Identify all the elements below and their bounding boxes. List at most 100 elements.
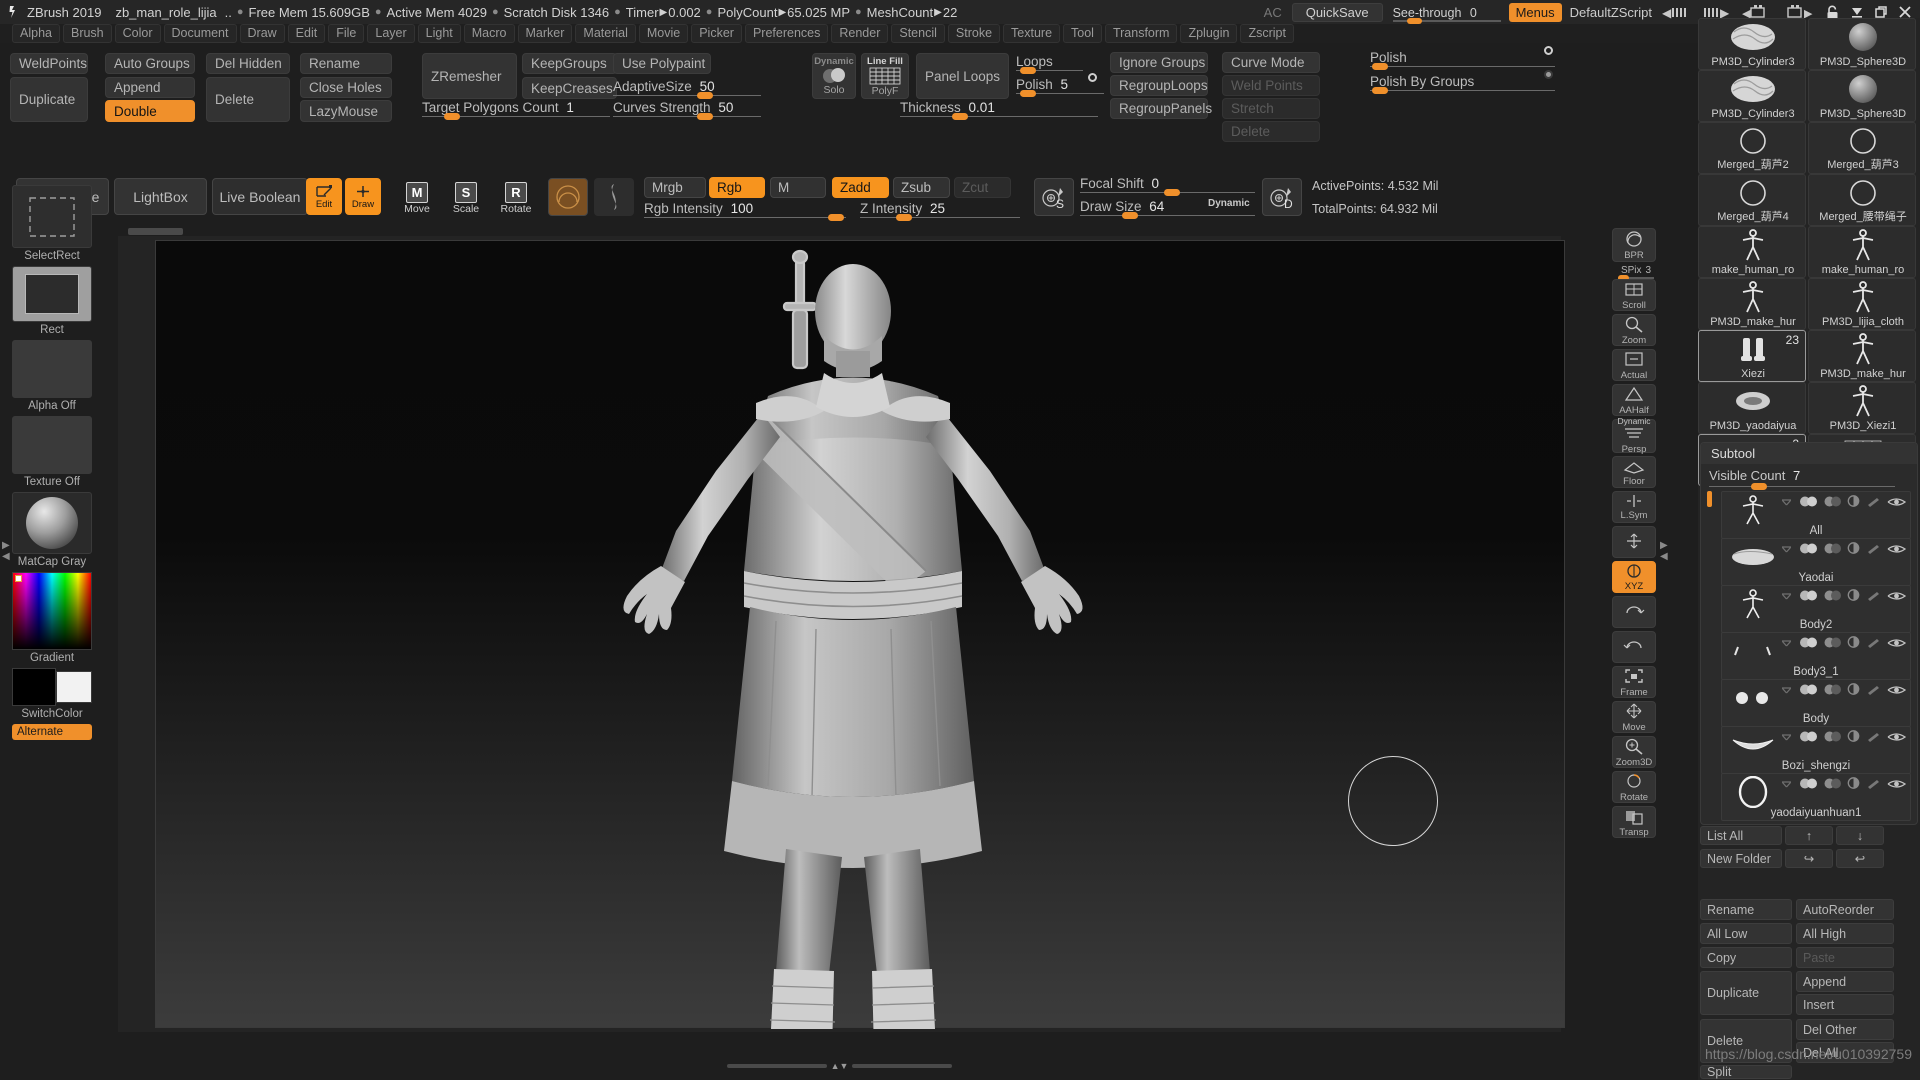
tool-cell[interactable]: make_human_ro (1698, 226, 1806, 278)
tool-cell[interactable]: PM3D_Cylinder3 (1698, 18, 1806, 70)
canvas-bottom-handle[interactable] (852, 1064, 953, 1068)
focalshift-slider[interactable]: Focal Shift 0 (1080, 175, 1255, 196)
menu-item-picker[interactable]: Picker (691, 24, 742, 43)
paste-button[interactable]: Paste (1796, 947, 1894, 968)
right-strip-transp-button[interactable]: Transp (1612, 806, 1656, 838)
subtool-arrow-icon[interactable] (1780, 635, 1793, 653)
subtool-brush-icon[interactable] (1866, 588, 1881, 606)
menus-button[interactable]: Menus (1508, 2, 1562, 22)
liveboolean-button[interactable]: Live Boolean (212, 178, 308, 215)
draw-button[interactable]: Draw (345, 178, 381, 215)
menu-item-alpha[interactable]: Alpha (12, 24, 60, 43)
polish2-radio-icon[interactable] (1544, 46, 1553, 55)
right-strip-persp-button[interactable]: Dynamic Persp (1612, 417, 1656, 455)
zcut-button[interactable]: Zcut (954, 177, 1011, 198)
color-field[interactable] (12, 572, 92, 650)
drawsize-knob[interactable] (1122, 212, 1138, 219)
menu-item-marker[interactable]: Marker (517, 24, 573, 43)
duplicate-subtool-button[interactable]: Duplicate (1700, 971, 1792, 1015)
tool-cell[interactable]: Merged_葫芦2 (1698, 122, 1806, 174)
right-strip-aahalf-button[interactable]: AAHalf (1612, 384, 1656, 416)
subtool-halfmoon-icon[interactable] (1824, 682, 1841, 700)
right-strip-move-button[interactable]: Move (1612, 701, 1656, 733)
subtool-list-item[interactable]: All (1721, 491, 1911, 539)
m-button[interactable]: M (770, 177, 826, 198)
move-in-button[interactable]: ↩ (1836, 849, 1884, 868)
delother-button[interactable]: Del Other (1796, 1019, 1894, 1040)
subtool-arrow-icon[interactable] (1780, 682, 1793, 700)
left-tray-expand-icon[interactable]: ▶ ◀ (2, 540, 10, 562)
right-strip-bpr-button[interactable]: BPR (1612, 228, 1656, 262)
rgbintensity-knob[interactable] (828, 214, 844, 221)
subtool-halfmoon-icon[interactable] (1824, 541, 1841, 559)
subtool-contrast-icon[interactable] (1847, 588, 1860, 606)
right-tray-expand-icon[interactable]: ▶ ◀ (1660, 540, 1668, 562)
subtool-list-item[interactable]: Body (1721, 679, 1911, 727)
menu-item-preferences[interactable]: Preferences (744, 24, 829, 43)
polishbygroups-knob[interactable] (1372, 87, 1388, 94)
menu-item-file[interactable]: File (328, 24, 365, 43)
menu-item-edit[interactable]: Edit (287, 24, 326, 43)
alpha-preview[interactable] (594, 178, 634, 216)
tool-cell[interactable]: PM3D_Sphere3D (1808, 18, 1916, 70)
rgb-button[interactable]: Rgb (709, 177, 765, 198)
tool-cell[interactable]: Merged_葫芦4 (1698, 174, 1806, 226)
tool-cell[interactable]: PM3D_Xiezi1 (1808, 382, 1916, 434)
thickness-slider[interactable]: Thickness 0.01 (900, 99, 1098, 120)
subtool-halfmoon-icon[interactable] (1824, 588, 1841, 606)
quicksave-button[interactable]: QuickSave (1291, 2, 1383, 22)
subtool-polypaint-icon[interactable] (1799, 635, 1818, 653)
primary-color-swatch[interactable] (12, 668, 56, 706)
see-through-slider[interactable]: See-through 0 (1392, 5, 1501, 24)
subtool-brush-icon[interactable] (1866, 682, 1881, 700)
spix-slider[interactable]: SPix 3 (1612, 265, 1660, 281)
menu-item-zscript[interactable]: Zscript (1240, 24, 1294, 43)
canvas-bottom-scrollbar[interactable]: ▲▼ (118, 1060, 1561, 1072)
move-up-button[interactable]: ↑ (1785, 826, 1833, 845)
rect-swatch[interactable] (12, 266, 92, 322)
current-material-swatch[interactable] (548, 178, 588, 216)
thickness-knob[interactable] (952, 113, 968, 120)
color-swatches[interactable] (12, 668, 92, 706)
loops-slider[interactable]: Loops (1016, 53, 1083, 74)
right-strip-actual-button[interactable]: Actual (1612, 349, 1656, 381)
alllow-button[interactable]: All Low (1700, 923, 1792, 944)
menu-item-macro[interactable]: Macro (463, 24, 515, 43)
visible-count-knob[interactable] (1751, 483, 1767, 490)
draw-size-dynamic-button[interactable]: D (1262, 178, 1302, 216)
double-button[interactable]: Double (105, 100, 195, 122)
selectrect-swatch[interactable] (12, 185, 92, 248)
closeholes-button[interactable]: Close Holes (300, 77, 392, 98)
zadd-button[interactable]: Zadd (832, 177, 889, 198)
subtool-polypaint-icon[interactable] (1799, 776, 1818, 794)
delhidden-button[interactable]: Del Hidden (206, 53, 290, 74)
keepgroups-button[interactable]: KeepGroups (522, 53, 617, 74)
subtool-polypaint-icon[interactable] (1799, 682, 1818, 700)
subtool-contrast-icon[interactable] (1847, 776, 1860, 794)
polish2-knob[interactable] (1372, 63, 1388, 70)
subtool-polypaint-icon[interactable] (1799, 588, 1818, 606)
subtool-arrow-icon[interactable] (1780, 776, 1793, 794)
subtool-eye-icon[interactable] (1887, 588, 1907, 606)
listall-button[interactable]: List All (1700, 826, 1782, 845)
subtool-brush-icon[interactable] (1866, 635, 1881, 653)
menu-item-render[interactable]: Render (831, 24, 889, 43)
weldpoints2-button[interactable]: Weld Points (1222, 75, 1320, 96)
maximize-icon[interactable] (1874, 5, 1888, 19)
subtool-eye-icon[interactable] (1887, 635, 1907, 653)
rotate-button[interactable]: R Rotate (496, 180, 536, 216)
move-button[interactable]: M Move (398, 180, 436, 216)
subtool-list-item[interactable]: Body2 (1721, 585, 1911, 633)
canvas-bottom-handle[interactable] (726, 1064, 827, 1068)
subtool-contrast-icon[interactable] (1847, 729, 1860, 747)
append-subtool-button[interactable]: Append (1796, 971, 1894, 992)
subtool-contrast-icon[interactable] (1847, 541, 1860, 559)
subtool-scrollbar[interactable] (1707, 491, 1712, 507)
newfolder-button[interactable]: New Folder (1700, 849, 1782, 868)
subtool-eye-icon[interactable] (1887, 494, 1907, 512)
right-strip-rot2-button[interactable] (1612, 631, 1656, 663)
subtool-eye-icon[interactable] (1887, 682, 1907, 700)
mrgb-button[interactable]: Mrgb (644, 177, 706, 198)
tool-cell[interactable]: Merged_腰带绳子 (1808, 174, 1916, 226)
subtool-brush-icon[interactable] (1866, 776, 1881, 794)
